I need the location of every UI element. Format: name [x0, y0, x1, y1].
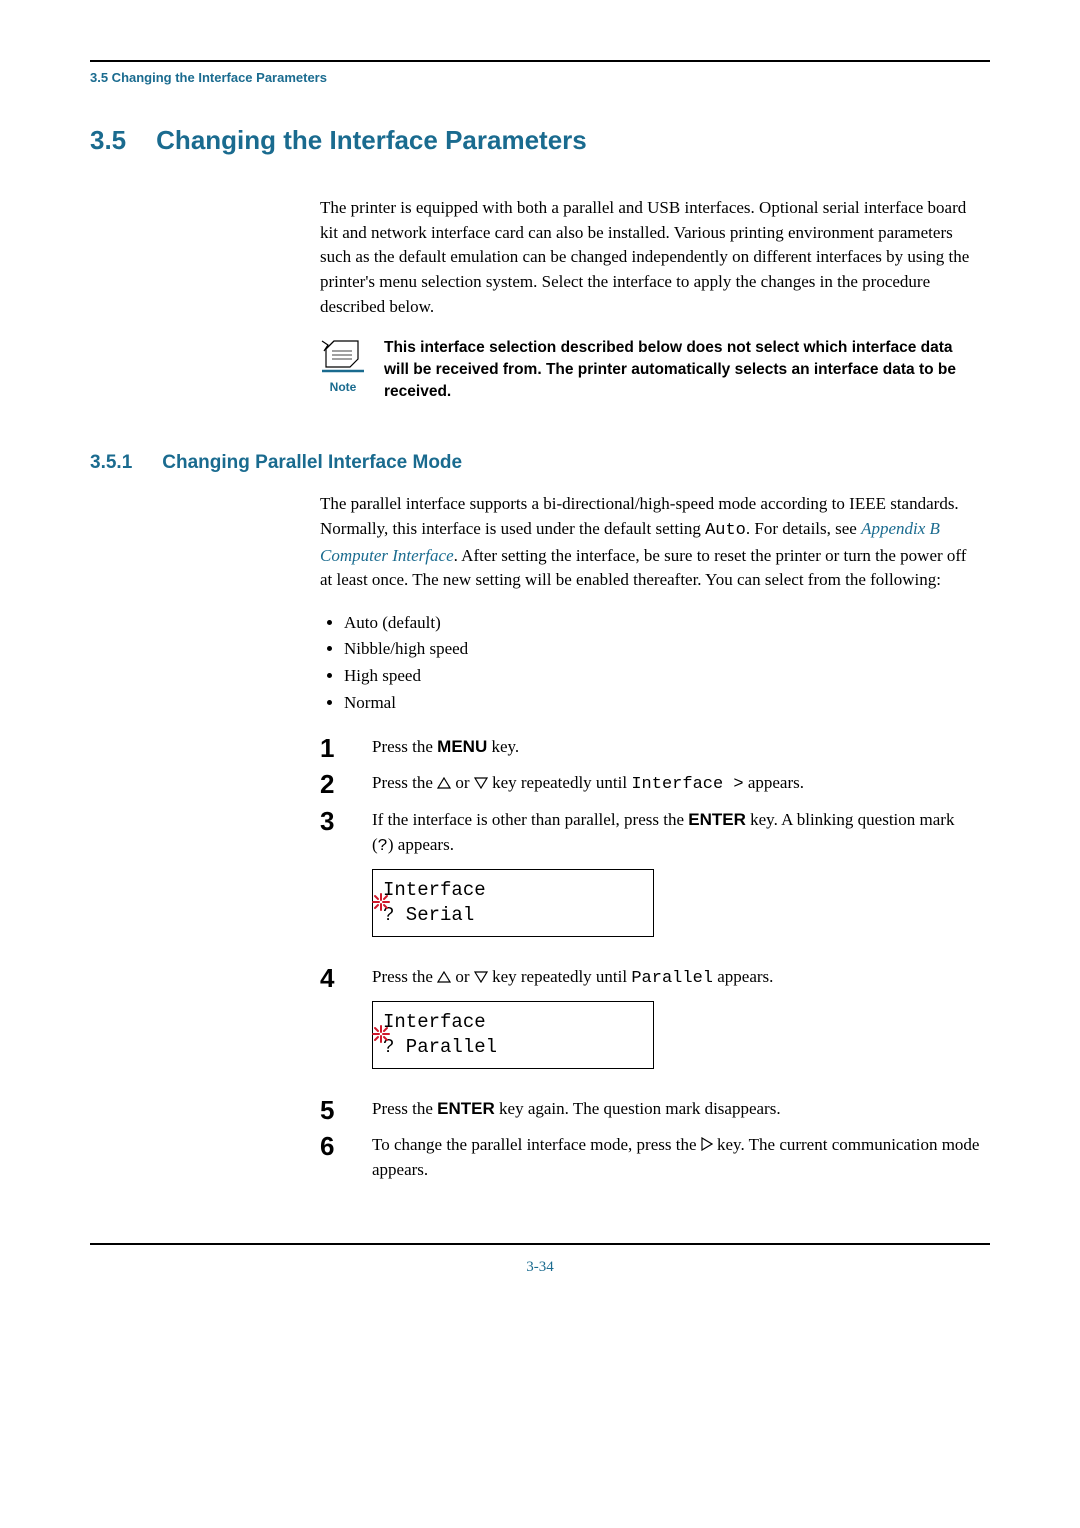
step-3: 3 If the interface is other than paralle… — [320, 808, 980, 955]
lcd-display: Interface ? Serial — [372, 869, 654, 936]
triangle-up-icon — [437, 772, 451, 797]
triangle-down-icon — [474, 966, 488, 991]
step-2: 2 Press the or key repeatedly until Inte… — [320, 771, 980, 798]
step-number: 4 — [320, 965, 348, 991]
triangle-right-icon — [701, 1134, 713, 1159]
note-icon — [320, 337, 366, 377]
subsection-title: Changing Parallel Interface Mode — [162, 452, 462, 474]
triangle-up-icon — [437, 966, 451, 991]
section-heading: 3.5 Changing the Interface Parameters — [90, 125, 990, 156]
note-text: This interface selection described below… — [384, 337, 980, 402]
subsection-intro: The parallel interface supports a bi-dir… — [320, 492, 980, 593]
step-number: 2 — [320, 771, 348, 797]
list-item: Normal — [344, 691, 980, 716]
step-5: 5 Press the ENTER key again. The questio… — [320, 1097, 980, 1123]
step-number: 1 — [320, 735, 348, 761]
breadcrumb: 3.5 Changing the Interface Parameters — [90, 70, 990, 85]
step-6: 6 To change the parallel interface mode,… — [320, 1133, 980, 1183]
options-list: Auto (default) Nibble/high speed High sp… — [320, 611, 980, 716]
note-label: Note — [320, 379, 366, 396]
section-intro: The printer is equipped with both a para… — [320, 196, 980, 319]
triangle-down-icon — [474, 772, 488, 797]
step-number: 5 — [320, 1097, 348, 1123]
list-item: Auto (default) — [344, 611, 980, 636]
subsection-number: 3.5.1 — [90, 452, 132, 474]
list-item: High speed — [344, 664, 980, 689]
section-title: Changing the Interface Parameters — [156, 125, 587, 156]
blink-indicator-icon — [369, 1022, 393, 1054]
step-number: 3 — [320, 808, 348, 834]
subsection-heading: 3.5.1 Changing Parallel Interface Mode — [90, 452, 990, 474]
step-4: 4 Press the or key repeatedly until Para… — [320, 965, 980, 1087]
list-item: Nibble/high speed — [344, 637, 980, 662]
step-1: 1 Press the MENU key. — [320, 735, 980, 761]
blink-indicator-icon — [369, 890, 393, 922]
page-number: 3-34 — [90, 1259, 990, 1276]
step-number: 6 — [320, 1133, 348, 1159]
section-number: 3.5 — [90, 125, 126, 156]
note-block: Note This interface selection described … — [320, 337, 980, 402]
lcd-display: Interface ? Parallel — [372, 1001, 654, 1068]
